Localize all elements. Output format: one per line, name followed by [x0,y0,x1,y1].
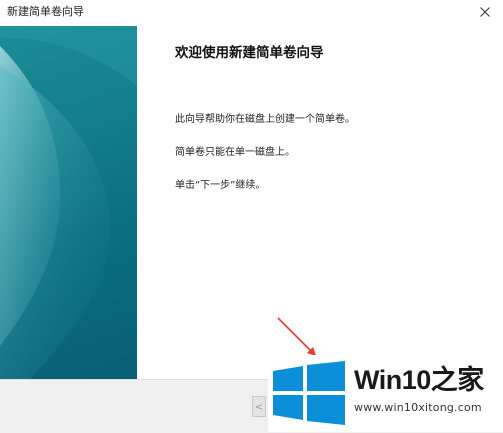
watermark-brand: Win10之家 [354,365,484,395]
page-heading: 欢迎使用新建简单卷向导 [175,45,324,61]
close-icon [480,7,490,17]
back-button[interactable]: < [252,396,266,417]
window-title: 新建简单卷向导 [7,5,84,18]
watermark-url: www.win10xitong.com [354,401,482,414]
wizard-side-banner [0,26,137,379]
windows-logo-icon [273,361,345,425]
close-button[interactable] [467,0,503,24]
watermark: Win10之家 www.win10xitong.com [268,355,503,432]
title-bar: 新建简单卷向导 [0,0,503,24]
description-text: 简单卷只能在单一磁盘上。 [175,147,295,158]
description-text: 此向导帮助你在磁盘上创建一个简单卷。 [175,114,355,125]
wizard-window: 新建简单卷向导 欢迎使用新建简单卷向导 此向导帮助你在磁盘上创建一个简单卷。 简… [0,0,503,433]
description-text: 单击“下一步”继续。 [175,180,266,191]
banner-wave-graphic [0,26,137,379]
